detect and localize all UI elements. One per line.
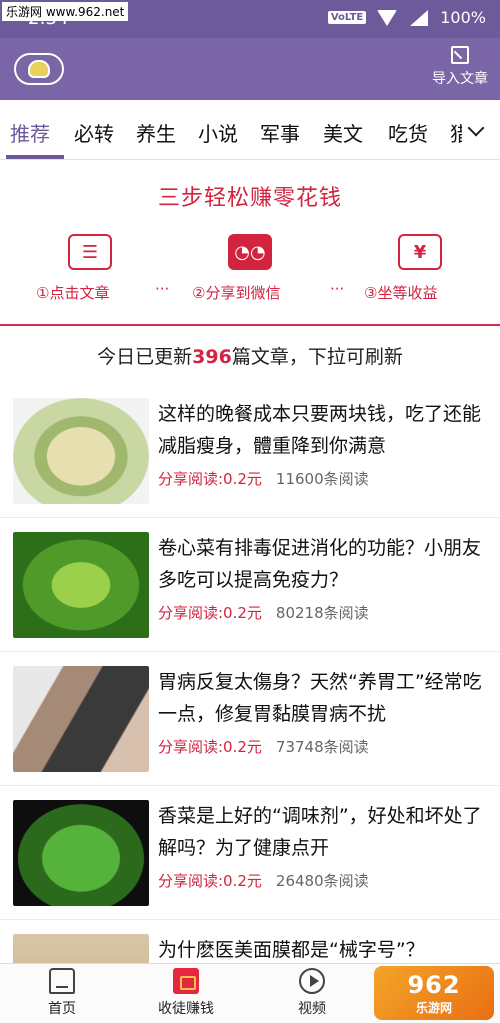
nav-video[interactable]: 视频: [272, 968, 352, 1018]
nav-earn[interactable]: 收徒赚钱: [146, 968, 226, 1018]
share-reward: 分享阅读:0.2元: [158, 604, 262, 622]
earn-banner-title: 三步轻松赚零花钱: [157, 186, 342, 211]
wifi-icon: [376, 9, 398, 26]
site-logo-badge: 962 乐游网: [374, 966, 494, 1020]
update-count: 396: [192, 346, 232, 368]
read-count: 11600条阅读: [275, 470, 369, 488]
article-icon: ☰: [68, 234, 112, 270]
red-envelope-icon: [173, 968, 199, 994]
active-tab-indicator: [6, 155, 64, 159]
app-logo-button[interactable]: [14, 53, 64, 85]
category-tabs: 推荐 必转 养生 小说 军事 美文 吃货 猎: [0, 100, 500, 160]
article-thumbnail: [13, 666, 149, 772]
signal-icon: [408, 9, 430, 26]
article-thumbnail: [13, 800, 149, 906]
article-thumbnail: [13, 532, 149, 638]
wechat-icon: ◔◔: [228, 234, 272, 270]
article-item[interactable]: 香菜是上好的“调味剂”，好处和坏处了解吗？为了健康点开 分享阅读:0.2元 264…: [0, 786, 500, 920]
step-separator: ···: [330, 280, 345, 298]
watermark: 乐游网 www.962.net: [2, 2, 129, 21]
article-item[interactable]: 这样的晚餐成本只要两块钱，吃了还能减脂瘦身，體重降到你满意 分享阅读:0.2元 1…: [0, 384, 500, 518]
step-separator: ···: [155, 280, 170, 298]
article-meta: 分享阅读:0.2元 80218条阅读: [158, 602, 369, 623]
read-count: 26480条阅读: [275, 872, 369, 890]
battery-level: 100%: [440, 8, 486, 27]
step-share-wechat: ②分享到微信: [192, 284, 281, 302]
nav-earn-label: 收徒赚钱: [158, 1001, 214, 1017]
share-reward: 分享阅读:0.2元: [158, 872, 262, 890]
app-header: 导入文章: [0, 38, 500, 100]
article-title: 香菜是上好的“调味剂”，好处和坏处了解吗？为了健康点开: [158, 805, 482, 859]
nav-home[interactable]: 首页: [22, 968, 102, 1018]
tab-military[interactable]: 军事: [260, 118, 300, 147]
step-click-article: ①点击文章: [36, 284, 110, 302]
article-title: 为什麽医美面膜都是“械字号”？: [158, 939, 425, 961]
update-suffix: 篇文章，下拉可刷新: [231, 346, 403, 368]
update-notice: 今日已更新396篇文章，下拉可刷新: [0, 342, 500, 369]
import-label: 导入文章: [432, 71, 488, 87]
tab-essay[interactable]: 美文: [323, 118, 363, 147]
import-icon: [451, 46, 469, 64]
article-meta: 分享阅读:0.2元 26480条阅读: [158, 870, 369, 891]
article-title: 卷心菜有排毒促进消化的功能？小朋友多吃可以提高免疫力？: [158, 537, 482, 591]
volte-badge: VoLTE: [327, 11, 367, 24]
article-thumbnail: [13, 398, 149, 504]
status-icons: VoLTE 100%: [327, 8, 486, 27]
import-article-button[interactable]: 导入文章: [432, 46, 488, 88]
badge-name: 乐游网: [415, 1000, 452, 1015]
chevron-down-icon[interactable]: [462, 118, 492, 148]
article-item[interactable]: 卷心菜有排毒促进消化的功能？小朋友多吃可以提高免疫力？ 分享阅读:0.2元 802…: [0, 518, 500, 652]
tab-foodie[interactable]: 吃货: [388, 118, 428, 147]
nav-video-label: 视频: [298, 1001, 326, 1017]
tab-health[interactable]: 养生: [136, 118, 176, 147]
share-reward: 分享阅读:0.2元: [158, 738, 262, 756]
nav-home-label: 首页: [48, 1001, 76, 1017]
hand-icon: [28, 60, 50, 78]
tab-recommend[interactable]: 推荐: [10, 118, 50, 147]
update-prefix: 今日已更新: [97, 346, 193, 368]
tab-novel[interactable]: 小说: [198, 118, 238, 147]
bottom-nav: 首页 收徒赚钱 视频 962 乐游网: [0, 963, 500, 1023]
share-reward: 分享阅读:0.2元: [158, 470, 262, 488]
read-count: 80218条阅读: [275, 604, 369, 622]
tab-must-share[interactable]: 必转: [74, 118, 114, 147]
play-icon: [299, 968, 325, 994]
step-wait-earnings: ③坐等收益: [364, 284, 438, 302]
article-meta: 分享阅读:0.2元 11600条阅读: [158, 468, 369, 489]
status-bar: 2:34 乐游网 www.962.net VoLTE 100%: [0, 0, 500, 38]
article-title: 这样的晚餐成本只要两块钱，吃了还能减脂瘦身，體重降到你满意: [158, 403, 482, 457]
badge-number: 962: [407, 970, 461, 999]
article-meta: 分享阅读:0.2元 73748条阅读: [158, 736, 369, 757]
article-item[interactable]: 胃病反复太傷身？天然“养胃工”经常吃一点，修复胃黏膜胃病不扰 分享阅读:0.2元…: [0, 652, 500, 786]
read-count: 73748条阅读: [275, 738, 369, 756]
yen-icon: ¥: [398, 234, 442, 270]
article-title: 胃病反复太傷身？天然“养胃工”经常吃一点，修复胃黏膜胃病不扰: [158, 671, 482, 725]
home-icon: [49, 968, 75, 994]
earn-banner[interactable]: 三步轻松赚零花钱 ☰ ◔◔ ¥ ①点击文章 ··· ②分享到微信 ··· ③坐等…: [0, 160, 500, 326]
